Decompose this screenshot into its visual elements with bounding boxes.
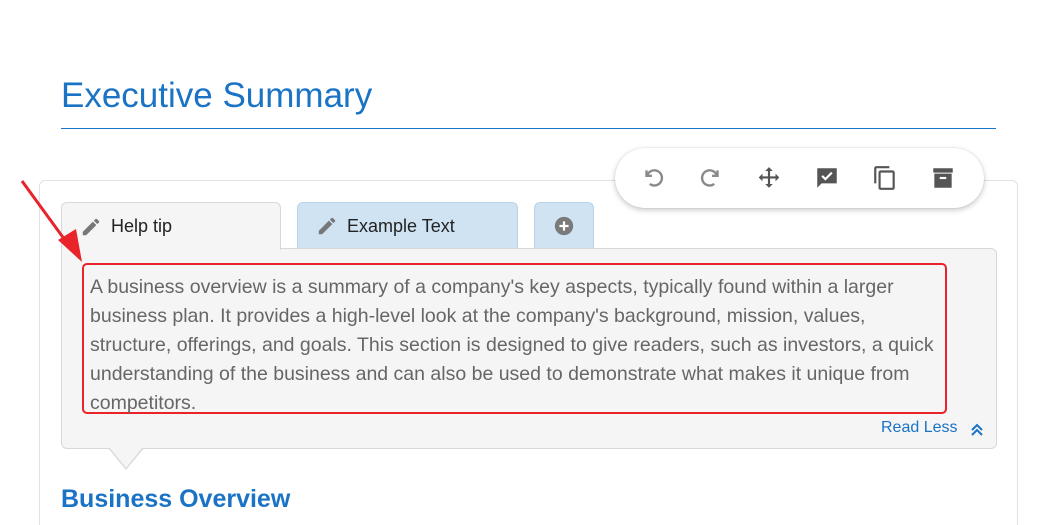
annotation-arrow-icon (20, 180, 82, 262)
